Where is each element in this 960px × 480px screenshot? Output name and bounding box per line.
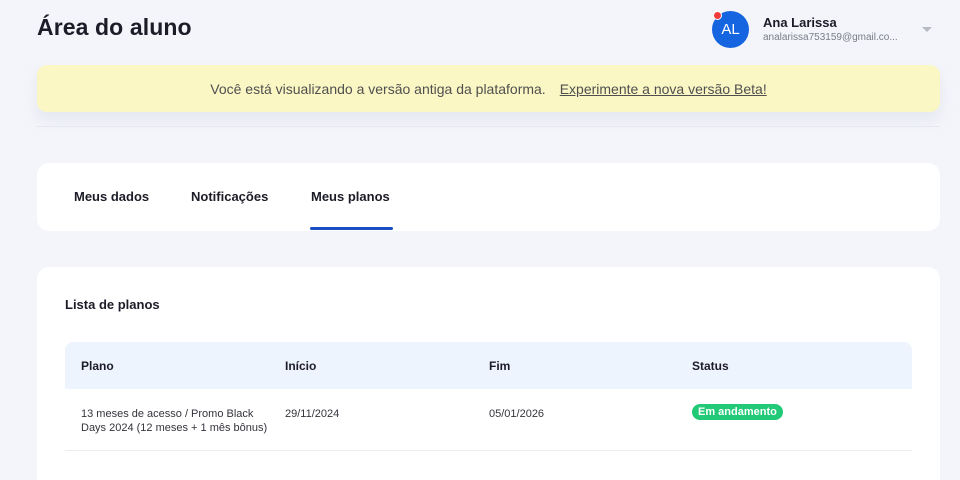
plan-start-date: 29/11/2024 [285, 408, 340, 420]
banner-message: Você está visualizando a versão antiga d… [210, 80, 546, 97]
column-header-plano: Plano [81, 359, 114, 373]
user-menu[interactable]: AL Ana Larissa analarissa753159@gmail.co… [712, 10, 942, 50]
table-row: 13 meses de acesso / Promo Black Days 20… [65, 389, 912, 451]
user-name: Ana Larissa [763, 15, 837, 30]
column-header-status: Status [692, 359, 729, 373]
column-header-inicio: Início [285, 359, 317, 373]
plans-section: Lista de planos Plano Início Fim Status … [37, 267, 940, 480]
active-tab-indicator [310, 227, 393, 230]
chevron-down-icon[interactable] [922, 27, 932, 32]
try-beta-link[interactable]: Experimente a nova versão Beta! [560, 81, 767, 97]
column-header-fim: Fim [489, 359, 511, 373]
avatar-initials: AL [721, 21, 740, 38]
page-title: Área do aluno [37, 14, 192, 40]
notification-dot-icon [713, 11, 722, 20]
plans-table-header: Plano Início Fim Status [65, 342, 912, 389]
status-badge: Em andamento [692, 404, 783, 420]
plan-name: 13 meses de acesso / Promo Black Days 20… [81, 408, 268, 434]
divider [37, 126, 940, 127]
tab-meus-dados[interactable]: Meus dados [74, 189, 149, 204]
tab-notificacoes[interactable]: Notificações [191, 189, 268, 204]
plan-end-date: 05/01/2026 [489, 408, 545, 420]
user-email: analarissa753159@gmail.co... [763, 32, 898, 43]
section-title: Lista de planos [65, 297, 160, 312]
tabs-bar: Meus dados Notificações Meus planos [37, 163, 940, 231]
legacy-version-banner: Você está visualizando a versão antiga d… [37, 65, 940, 112]
tab-meus-planos[interactable]: Meus planos [311, 189, 390, 204]
